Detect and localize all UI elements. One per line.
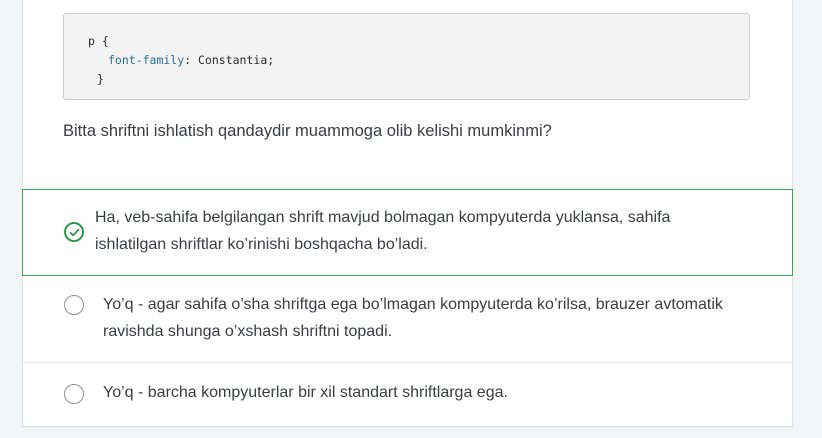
code-snippet: p { font-family: Constantia; } <box>63 13 750 100</box>
answer-option-2[interactable]: Yo’q - agar sahifa o’sha shriftga ega bo… <box>23 276 792 363</box>
radio-empty-icon[interactable] <box>64 384 84 404</box>
answer-option-3[interactable]: Yo’q - barcha kompyuterlar bir xil stand… <box>23 363 792 426</box>
code-line-closing: } <box>97 72 104 86</box>
answer-option-3-text: Yo’q - barcha kompyuterlar bir xil stand… <box>103 384 508 401</box>
code-property: font-family <box>108 53 185 67</box>
quiz-card: p { font-family: Constantia; } Bitta shr… <box>22 0 793 427</box>
answer-option-1-text: Ha, veb-sahifa belgilangan shrift mavjud… <box>95 209 671 253</box>
question-text: Bitta shriftni ishlatish qandaydir muamm… <box>63 122 552 140</box>
code-line-declaration: font-family: Constantia; <box>88 51 749 70</box>
code-value: : Constantia; <box>184 53 275 67</box>
answer-option-1[interactable]: Ha, veb-sahifa belgilangan shrift mavjud… <box>22 189 793 276</box>
check-circle-icon <box>64 222 84 242</box>
radio-empty-icon[interactable] <box>64 295 84 315</box>
answer-option-2-text: Yo’q - agar sahifa o’sha shriftga ega bo… <box>103 296 723 340</box>
code-line-selector: p { <box>88 34 109 48</box>
